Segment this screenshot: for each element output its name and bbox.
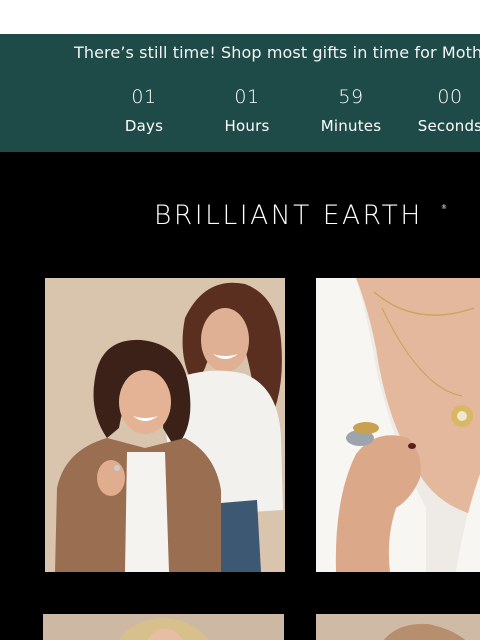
mother-daughter-photo[interactable]	[45, 278, 285, 572]
model-photo-row-2-left-illustration	[43, 614, 284, 640]
model-photo-row-2-right-illustration	[316, 614, 480, 640]
necklace-ring-closeup-photo[interactable]	[316, 278, 480, 572]
top-blank-area	[0, 0, 480, 34]
mother-daughter-illustration	[45, 278, 285, 572]
countdown-minutes-value: 59	[338, 86, 364, 108]
promo-countdown-banner[interactable]: There’s still time! Shop most gifts in t…	[0, 34, 480, 152]
countdown-minutes: 59 Minutes	[306, 86, 396, 135]
model-photo-row-2-right[interactable]	[316, 614, 480, 640]
countdown-seconds-value: 00	[437, 86, 463, 108]
countdown-days: 01 Days	[99, 86, 189, 135]
model-photo-row-2-left[interactable]	[43, 614, 284, 640]
countdown-hours: 01 Hours	[202, 86, 292, 135]
brand-logo[interactable]: BRILLIANT EARTH	[154, 200, 423, 231]
necklace-ring-illustration	[316, 278, 480, 572]
countdown-seconds-label: Seconds	[417, 117, 480, 135]
countdown-seconds: 00 Seconds	[405, 86, 480, 135]
promo-message[interactable]: There’s still time! Shop most gifts in t…	[74, 43, 480, 62]
countdown-hours-label: Hours	[224, 117, 270, 135]
countdown-days-label: Days	[124, 117, 164, 135]
countdown-minutes-label: Minutes	[320, 117, 382, 135]
countdown-days-value: 01	[131, 86, 157, 108]
registered-mark: ®	[441, 204, 447, 211]
hero-gallery-section: BRILLIANT EARTH ®	[0, 152, 480, 640]
countdown-hours-value: 01	[234, 86, 260, 108]
